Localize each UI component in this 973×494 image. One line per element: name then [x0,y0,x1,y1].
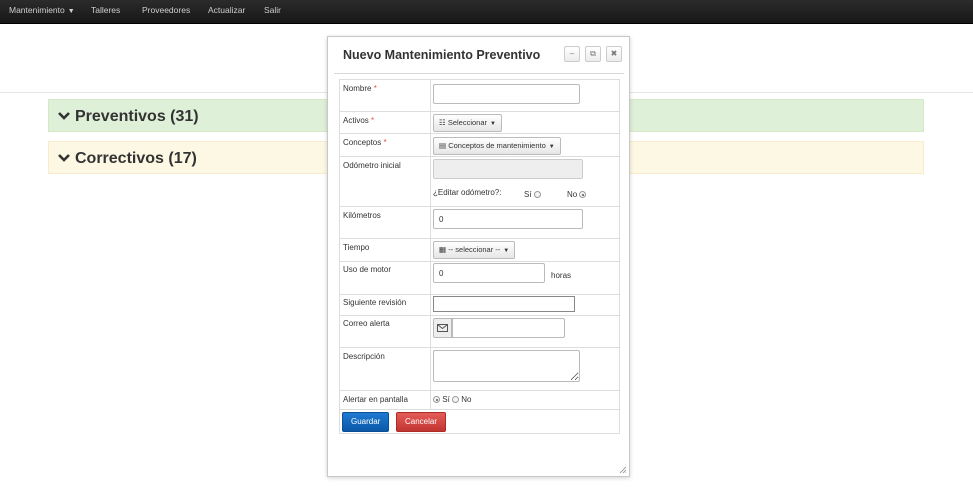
button-label: -- seleccionar -- [448,245,501,254]
row-divider [340,409,619,410]
siguiente-revision-label: Siguiente revisión [343,298,407,307]
edit-odometro-si[interactable]: Sí [524,190,541,199]
radio-si[interactable] [533,191,541,198]
descripcion-label: Descripción [343,352,385,361]
caret-down-icon: ▼ [67,8,75,15]
edit-odometro-no[interactable]: No [567,190,587,199]
activos-label: Activos * [343,116,375,125]
dialog-header-divider [334,73,624,74]
siguiente-revision-input[interactable] [433,296,575,312]
nav-item-talleres[interactable]: Talleres [91,0,120,23]
resize-grip-icon[interactable] [619,466,627,474]
radio-alertar-si[interactable] [433,396,440,403]
descripcion-textarea[interactable] [433,350,580,382]
cancelar-button[interactable]: Cancelar [396,412,447,432]
row-divider [340,315,619,316]
row-divider [340,347,619,348]
radio-no[interactable] [579,191,587,198]
tiempo-label: Tiempo [343,243,370,252]
correo-alerta-input[interactable] [452,318,565,338]
nombre-label: Nombre * [343,84,377,93]
uso-motor-unit: horas [551,271,572,280]
nav-item-mantenimiento[interactable]: Mantenimiento ▼ [9,0,75,23]
row-divider [340,156,619,157]
nav-item-salir[interactable]: Salir [264,0,281,23]
odometro-label: Odómetro inicial [343,161,401,170]
edit-odometro-question: ¿Editar odómetro?: [433,188,502,197]
list-icon: ☷ [439,118,446,127]
column-divider [430,80,431,409]
uso-motor-label: Uso de motor [343,265,392,274]
odometro-input [433,159,583,179]
row-divider [340,238,619,239]
option-label: No [461,395,472,404]
radio-alertar-no[interactable] [452,396,460,403]
conceptos-label: Conceptos * [343,138,387,147]
caret-down-icon: ▼ [490,121,496,127]
envelope-icon [433,318,452,338]
nav-item-proveedores[interactable]: Proveedores [142,0,190,23]
panel-title: Preventivos (31) [75,108,199,125]
row-divider [340,294,619,295]
kilometros-input[interactable] [433,209,583,229]
modal-dialog: Nuevo Mantenimiento Preventivo – ⧉ ✖ Nom… [327,36,630,477]
button-label: Conceptos de mantenimiento [448,141,546,150]
chevron-down-icon [58,154,70,162]
row-divider [340,111,619,112]
activos-select-button[interactable]: ☷ Seleccionar ▼ [433,114,502,132]
correo-alerta-label: Correo alerta [343,319,390,328]
chevron-down-icon [58,112,70,120]
guardar-button[interactable]: Guardar [342,412,390,432]
popout-button[interactable]: ⧉ [585,46,601,62]
maintenance-form: Nombre * Activos * ☷ Seleccionar ▼ Concep… [339,79,620,434]
minimize-button[interactable]: – [564,46,580,62]
caret-down-icon: ▼ [548,144,555,150]
tiempo-select-button[interactable]: ▦ -- seleccionar -- ▼ [433,241,516,259]
top-navbar: Mantenimiento ▼ Talleres Proveedores Actu… [0,0,973,24]
conceptos-select-button[interactable]: ▤ Conceptos de mantenimiento ▼ [433,137,561,155]
button-label: Seleccionar [447,118,488,127]
close-button[interactable]: ✖ [606,46,622,62]
panel-title: Correctivos (17) [75,150,197,167]
alertar-pantalla-label: Alertar en pantalla [343,395,408,404]
nav-item-actualizar[interactable]: Actualizar [208,0,245,23]
calendar-icon: ▦ [439,245,447,254]
row-divider [340,206,619,207]
nombre-input[interactable] [433,84,580,104]
list-alt-icon: ▤ [439,141,447,150]
row-divider [340,390,619,391]
kilometros-label: Kilómetros [343,211,381,220]
alertar-pantalla-options: Sí No [433,395,472,404]
option-label: Sí [442,395,450,404]
uso-motor-input[interactable] [433,263,545,283]
dialog-title: Nuevo Mantenimiento Preventivo [343,48,541,62]
row-divider [340,133,619,134]
row-divider [340,261,619,262]
caret-down-icon: ▼ [503,248,510,254]
nav-item-label: Mantenimiento [9,5,65,15]
